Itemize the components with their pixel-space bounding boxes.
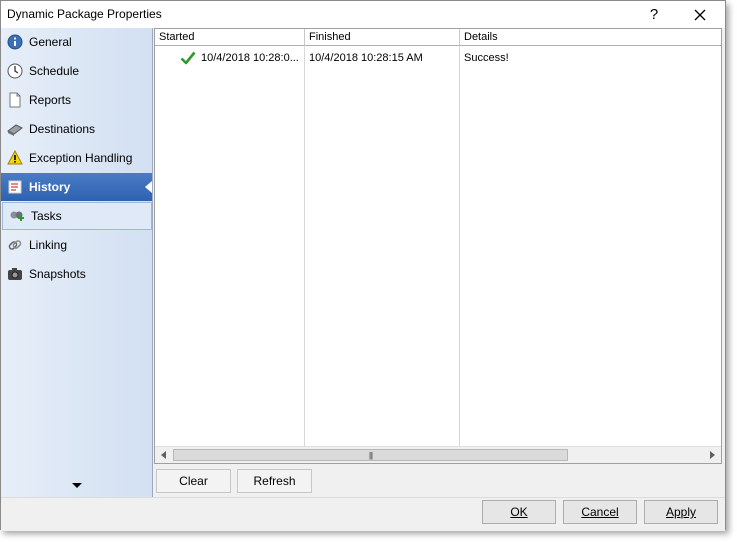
column-header-finished[interactable]: Finished [305, 29, 460, 46]
help-button[interactable]: ? [631, 1, 677, 28]
title-bar: Dynamic Package Properties ? [1, 1, 725, 28]
ok-label: OK [510, 505, 528, 519]
scroll-right-icon[interactable] [710, 451, 715, 459]
sidebar-item-label: Schedule [29, 64, 80, 78]
refresh-button[interactable]: Refresh [237, 469, 312, 493]
info-icon [7, 34, 23, 50]
link-icon [7, 237, 23, 253]
horizontal-scrollbar[interactable]: ||| [155, 446, 721, 463]
sidebar-item-label: History [29, 180, 71, 194]
sidebar-item-reports[interactable]: Reports [1, 86, 152, 114]
close-button[interactable] [677, 1, 723, 28]
history-grid[interactable]: Started Finished Details 10/4/2018 10:28… [154, 28, 722, 464]
sidebar-scroll-down-icon[interactable] [72, 483, 82, 488]
camera-icon [7, 266, 23, 282]
sidebar-item-tasks[interactable]: Tasks [2, 202, 152, 230]
sidebar-item-label: Snapshots [29, 267, 86, 281]
sidebar-item-history[interactable]: History [1, 173, 152, 201]
sidebar-item-label: Exception Handling [29, 151, 133, 165]
sidebar-item-label: Destinations [29, 122, 96, 136]
sidebar-item-linking[interactable]: Linking [1, 231, 152, 259]
column-header-details[interactable]: Details [460, 29, 723, 46]
cell-details: Success! [464, 52, 509, 64]
apply-button[interactable]: Apply [644, 500, 718, 524]
close-icon [694, 9, 706, 20]
sidebar-item-label: Linking [29, 238, 68, 252]
sidebar-item-label: Tasks [31, 209, 62, 223]
column-divider [304, 46, 305, 448]
success-check-icon [180, 50, 196, 69]
cancel-label: Cancel [581, 505, 619, 519]
clock-icon [7, 63, 23, 79]
properties-dialog: Dynamic Package Properties ? General Sch… [0, 0, 726, 531]
apply-label: Apply [665, 505, 697, 519]
window-title: Dynamic Package Properties [7, 7, 162, 21]
scroll-thumb[interactable]: ||| [173, 449, 568, 461]
column-divider [459, 46, 460, 448]
scroll-left-icon[interactable] [161, 451, 166, 459]
tasks-icon [9, 208, 25, 224]
sidebar-item-destinations[interactable]: Destinations [1, 115, 152, 143]
cancel-button[interactable]: Cancel [563, 500, 637, 524]
history-icon [7, 179, 23, 195]
sidebar-item-general[interactable]: General [1, 28, 152, 56]
warning-icon [7, 150, 23, 166]
column-header-started[interactable]: Started [155, 29, 305, 46]
cell-finished: 10/4/2018 10:28:15 AM [309, 52, 423, 64]
sidebar-item-snapshots[interactable]: Snapshots [1, 260, 152, 288]
sidebar-item-schedule[interactable]: Schedule [1, 57, 152, 85]
sidebar-item-label: General [29, 35, 72, 49]
sidebar-item-label: Reports [29, 93, 72, 107]
destinations-icon [7, 121, 23, 137]
grid-header: Started Finished Details [155, 29, 721, 46]
clear-button[interactable]: Clear [156, 469, 231, 493]
document-icon [7, 92, 23, 108]
sidebar-nav: General Schedule Reports Destinations Ex… [1, 28, 153, 497]
sidebar-item-exception-handling[interactable]: Exception Handling [1, 144, 152, 172]
cell-started: 10/4/2018 10:28:0... [201, 52, 299, 64]
ok-button[interactable]: OK [482, 500, 556, 524]
